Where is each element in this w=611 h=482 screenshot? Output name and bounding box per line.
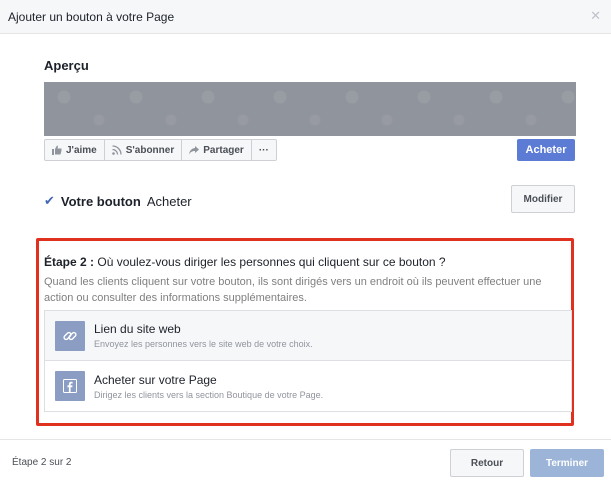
step-title: Étape 2 : Où voulez-vous diriger les per…: [44, 255, 446, 269]
destination-options: Lien du site web Envoyez les personnes v…: [44, 310, 572, 412]
share-arrow-icon: [189, 145, 200, 155]
like-label: J'aime: [66, 144, 97, 156]
preview-label: Aperçu: [44, 58, 89, 73]
option-shop-on-page[interactable]: Acheter sur votre Page Dirigez les clien…: [45, 361, 571, 411]
back-button[interactable]: Retour: [450, 449, 524, 477]
facebook-icon: [55, 371, 85, 401]
cover-photo-placeholder: [44, 82, 576, 136]
close-icon[interactable]: ✕: [590, 8, 601, 24]
step-question: Où voulez-vous diriger les personnes qui…: [97, 255, 446, 269]
modify-button[interactable]: Modifier: [511, 185, 575, 213]
option-title: Acheter sur votre Page: [94, 372, 217, 387]
step-description: Quand les clients cliquent sur votre bou…: [44, 276, 542, 304]
thumbs-up-icon: [52, 145, 62, 155]
rss-icon: [111, 145, 122, 155]
option-website-link[interactable]: Lien du site web Envoyez les personnes v…: [45, 311, 571, 361]
option-subtitle: Dirigez les clients vers la section Bout…: [94, 389, 324, 400]
more-icon: ···: [258, 144, 269, 156]
like-button[interactable]: J'aime: [44, 139, 105, 161]
option-title: Lien du site web: [94, 322, 181, 336]
checkmark-icon: ✔: [44, 193, 55, 208]
step-label: Étape 2 :: [44, 255, 95, 269]
page-action-buttons: J'aime S'abonner Partager ···: [44, 139, 277, 161]
your-button-value: Acheter: [146, 193, 192, 209]
your-button-prefix: Votre bouton: [60, 193, 141, 209]
share-button[interactable]: Partager: [182, 139, 252, 161]
option-subtitle: Envoyez les personnes vers le site web d…: [94, 339, 313, 349]
step-count: Étape 2 sur 2: [12, 457, 72, 468]
follow-label: S'abonner: [125, 144, 175, 156]
link-icon: [55, 320, 85, 351]
footer-divider: [0, 439, 611, 440]
your-button-summary: ✔ Votre bouton Acheter: [44, 193, 192, 209]
finish-button[interactable]: Terminer: [530, 449, 604, 477]
follow-button[interactable]: S'abonner: [104, 139, 183, 161]
dialog-title: Ajouter un bouton à votre Page: [8, 10, 175, 24]
dialog-header: Ajouter un bouton à votre Page ✕: [0, 0, 611, 34]
share-label: Partager: [203, 144, 244, 156]
cta-preview-button[interactable]: Acheter: [517, 139, 575, 161]
more-button[interactable]: ···: [251, 139, 277, 161]
